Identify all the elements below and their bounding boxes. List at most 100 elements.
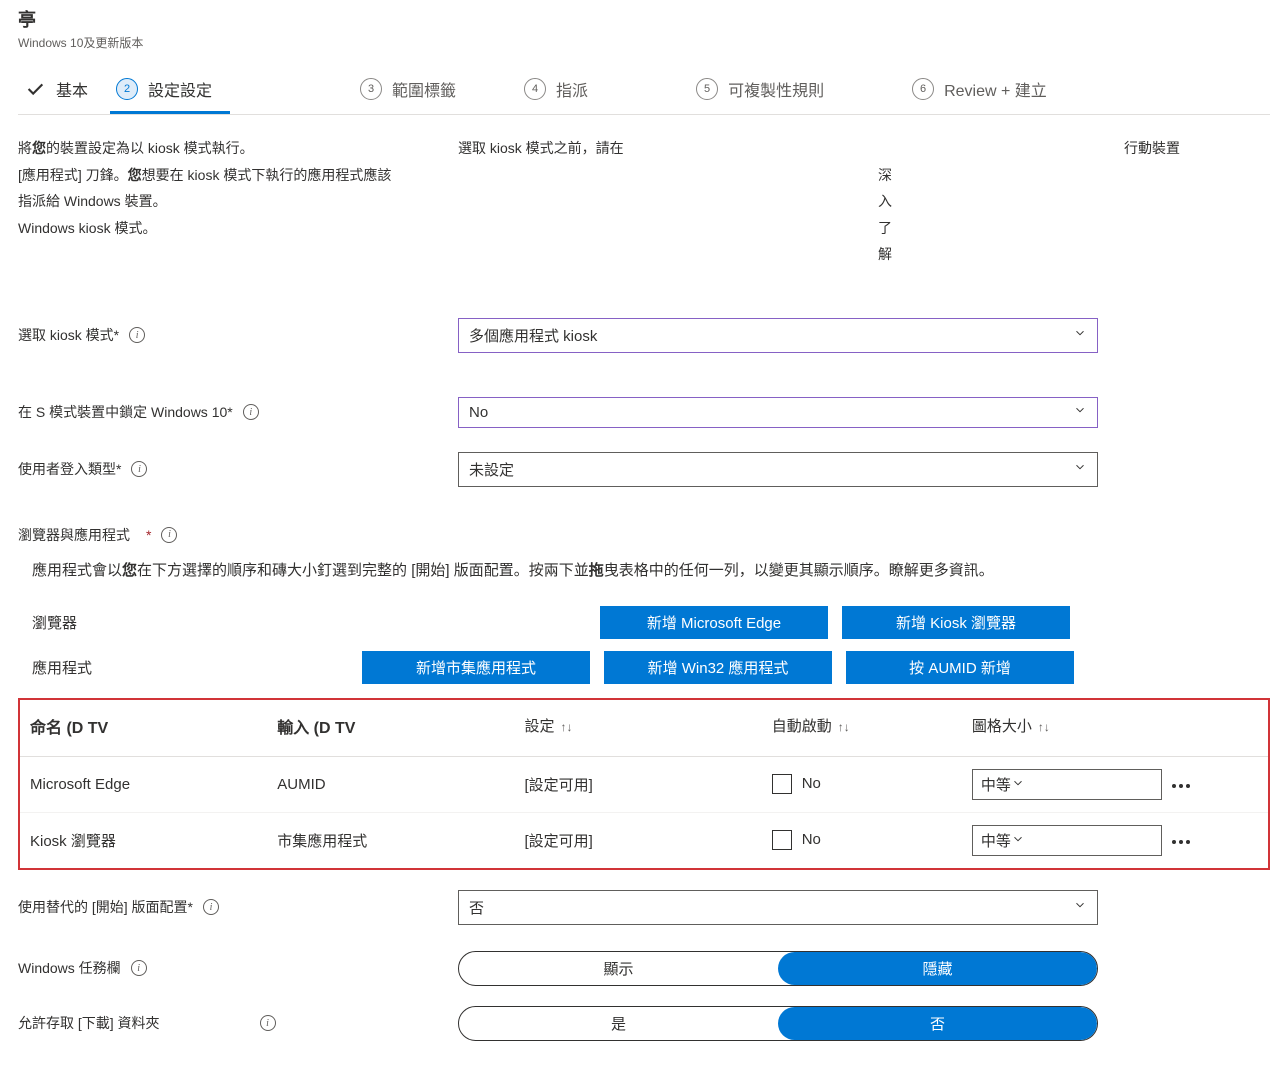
add-store-app-button[interactable]: 新增市集應用程式 xyxy=(362,651,590,684)
chevron-down-icon xyxy=(1011,833,1025,850)
page-subtitle: Windows 10及更新版本 xyxy=(18,34,1270,51)
table-row[interactable]: Kiosk 瀏覽器市集應用程式[設定可用] No 中等 xyxy=(20,812,1268,868)
row-label-browsers: 瀏覽器 xyxy=(32,612,362,633)
page-header: 亭 Windows 10及更新版本 xyxy=(18,0,1270,51)
desc-bold: 拖 xyxy=(589,562,604,579)
taskbar-toggle: 顯示 隱藏 xyxy=(458,951,1098,986)
step-number: 5 xyxy=(696,78,718,100)
intro-text-part: 選取 kiosk 模式之前，請在 xyxy=(458,135,892,162)
info-icon[interactable]: i xyxy=(131,461,147,477)
apps-table: 命名 (D TV 輸入 (D TV 設定↑↓ 自動啟動↑↓ 圖格大小↑↓ Mic xyxy=(20,700,1268,868)
taskbar-show-option[interactable]: 顯示 xyxy=(459,952,778,985)
add-by-aumid-button[interactable]: 按 AUMID 新增 xyxy=(846,651,1074,684)
select-value: 未設定 xyxy=(469,462,514,479)
more-icon[interactable] xyxy=(1172,784,1190,788)
col-header-tilesize[interactable]: 圖格大小↑↓ xyxy=(962,700,1268,757)
field-s-mode: 在 S 模式裝置中鎖定 Windows 10* i No xyxy=(18,397,1270,428)
login-type-select[interactable]: 未設定 xyxy=(458,452,1098,487)
step-assign[interactable]: 4 指派 xyxy=(518,69,606,114)
info-icon[interactable]: i xyxy=(129,327,145,343)
col-header-settings[interactable]: 設定↑↓ xyxy=(514,700,761,757)
step-number: 2 xyxy=(116,78,138,100)
add-edge-button[interactable]: 新增 Microsoft Edge xyxy=(600,606,828,639)
step-review[interactable]: 6 Review + 建立 xyxy=(906,69,1065,114)
desc-bold: 您 xyxy=(122,562,137,579)
wizard-steps: 基本 2 設定設定 3 範圍標籤 4 指派 5 可複製性規則 6 Review … xyxy=(18,69,1270,115)
select-value: 中等 xyxy=(981,833,1011,850)
s-mode-select[interactable]: No xyxy=(458,397,1098,428)
alt-start-select[interactable]: 否 xyxy=(458,890,1098,925)
col-header-autostart[interactable]: 自動啟動↑↓ xyxy=(762,700,962,757)
taskbar-hide-option[interactable]: 隱藏 xyxy=(778,952,1097,985)
intro-text-part: 的裝置設定為以 kiosk 模式執行。 xyxy=(46,140,254,156)
section-description: 應用程式會以您在下方選擇的順序和磚大小釘選到完整的 [開始] 版面配置。按兩下並… xyxy=(18,545,1048,584)
check-icon xyxy=(24,78,46,100)
info-icon[interactable]: i xyxy=(161,527,177,543)
step-label: 設定設定 xyxy=(148,77,212,101)
info-icon[interactable]: i xyxy=(243,404,259,420)
row-label-apps: 應用程式 xyxy=(32,657,362,678)
apps-table-highlight: 命名 (D TV 輸入 (D TV 設定↑↓ 自動啟動↑↓ 圖格大小↑↓ Mic xyxy=(18,698,1270,870)
chevron-down-icon xyxy=(1073,403,1087,421)
downloads-yes-option[interactable]: 是 xyxy=(459,1007,778,1040)
field-downloads: 允許存取 [下載] 資料夾 i 是 否 xyxy=(18,1006,1270,1041)
downloads-no-option[interactable]: 否 xyxy=(778,1007,1097,1040)
sort-icon: ↑↓ xyxy=(1038,720,1050,734)
cell-type: 市集應用程式 xyxy=(267,812,514,868)
table-row[interactable]: Microsoft EdgeAUMID[設定可用]No 中等 xyxy=(20,756,1268,812)
cell-name: Kiosk 瀏覽器 xyxy=(20,812,267,868)
intro-text-part: [應用程式] 刀鋒。 xyxy=(18,167,128,183)
cell-tilesize: 中等 xyxy=(962,756,1268,812)
cell-autostart: No xyxy=(762,812,962,868)
info-icon[interactable]: i xyxy=(203,899,219,915)
cell-autostart: No xyxy=(762,756,962,812)
field-label: 使用替代的 [開始] 版面配置* xyxy=(18,897,193,917)
cell-settings[interactable]: [設定可用] xyxy=(514,756,761,812)
intro-text-bold: 您 xyxy=(128,167,142,183)
section-title: 瀏覽器與應用程式 xyxy=(18,525,130,545)
cell-tilesize: 中等 xyxy=(962,812,1268,868)
autostart-checkbox[interactable] xyxy=(772,774,792,794)
chevron-down-icon xyxy=(1073,460,1087,478)
field-kiosk-mode: 選取 kiosk 模式* i 多個應用程式 kiosk xyxy=(18,318,1270,353)
info-icon[interactable]: i xyxy=(131,960,147,976)
field-label: Windows 任務欄 xyxy=(18,958,121,978)
desc-part: 應用程式會以 xyxy=(32,562,122,579)
section-browsers-apps: 瀏覽器與應用程式 * i xyxy=(18,525,1270,545)
intro-text-part: Windows kiosk 模式。 xyxy=(18,215,398,242)
col-header-name[interactable]: 命名 (D TV xyxy=(20,700,267,757)
tilesize-select[interactable]: 中等 xyxy=(972,769,1162,800)
autostart-checkbox[interactable] xyxy=(772,830,792,850)
more-icon[interactable] xyxy=(1172,840,1190,844)
autostart-value: No xyxy=(802,831,821,848)
apps-button-row: 應用程式 新增市集應用程式 新增 Win32 應用程式 按 AUMID 新增 xyxy=(18,651,1270,684)
cell-name: Microsoft Edge xyxy=(20,756,267,812)
field-alt-start: 使用替代的 [開始] 版面配置* i 否 xyxy=(18,890,1270,925)
required-asterisk: * xyxy=(146,527,151,543)
kiosk-mode-select[interactable]: 多個應用程式 kiosk xyxy=(458,318,1098,353)
chevron-down-icon xyxy=(1011,777,1025,794)
chevron-down-icon xyxy=(1073,326,1087,344)
cell-type: AUMID xyxy=(267,756,514,812)
intro-text-part: 將 xyxy=(18,140,32,156)
step-label: Review + 建立 xyxy=(944,77,1047,101)
add-win32-app-button[interactable]: 新增 Win32 應用程式 xyxy=(604,651,832,684)
learn-more-link[interactable]: 深入了解 xyxy=(458,162,892,268)
chevron-down-icon xyxy=(1073,898,1087,916)
add-kiosk-browser-button[interactable]: 新增 Kiosk 瀏覽器 xyxy=(842,606,1070,639)
step-settings[interactable]: 2 設定設定 xyxy=(110,69,230,114)
intro-text-part: 行動裝置 xyxy=(1124,135,1180,162)
col-header-type[interactable]: 輸入 (D TV xyxy=(267,700,514,757)
cell-settings[interactable]: [設定可用] xyxy=(514,812,761,868)
sort-icon: ↑↓ xyxy=(838,720,850,734)
info-icon[interactable]: i xyxy=(260,1015,276,1031)
field-login-type: 使用者登入類型* i 未設定 xyxy=(18,452,1270,487)
intro-text: 將您的裝置設定為以 kiosk 模式執行。 [應用程式] 刀鋒。您想要在 kio… xyxy=(18,135,1270,268)
downloads-toggle: 是 否 xyxy=(458,1006,1098,1041)
step-applicability[interactable]: 5 可複製性規則 xyxy=(690,69,842,114)
desc-part: 曳表格中的任何一列，以變更其顯示順序。瞭解更多資訊。 xyxy=(604,562,994,579)
tilesize-select[interactable]: 中等 xyxy=(972,825,1162,856)
step-basic[interactable]: 基本 xyxy=(18,69,106,114)
step-number: 4 xyxy=(524,78,546,100)
step-scope-tags[interactable]: 3 範圍標籤 xyxy=(354,69,474,114)
